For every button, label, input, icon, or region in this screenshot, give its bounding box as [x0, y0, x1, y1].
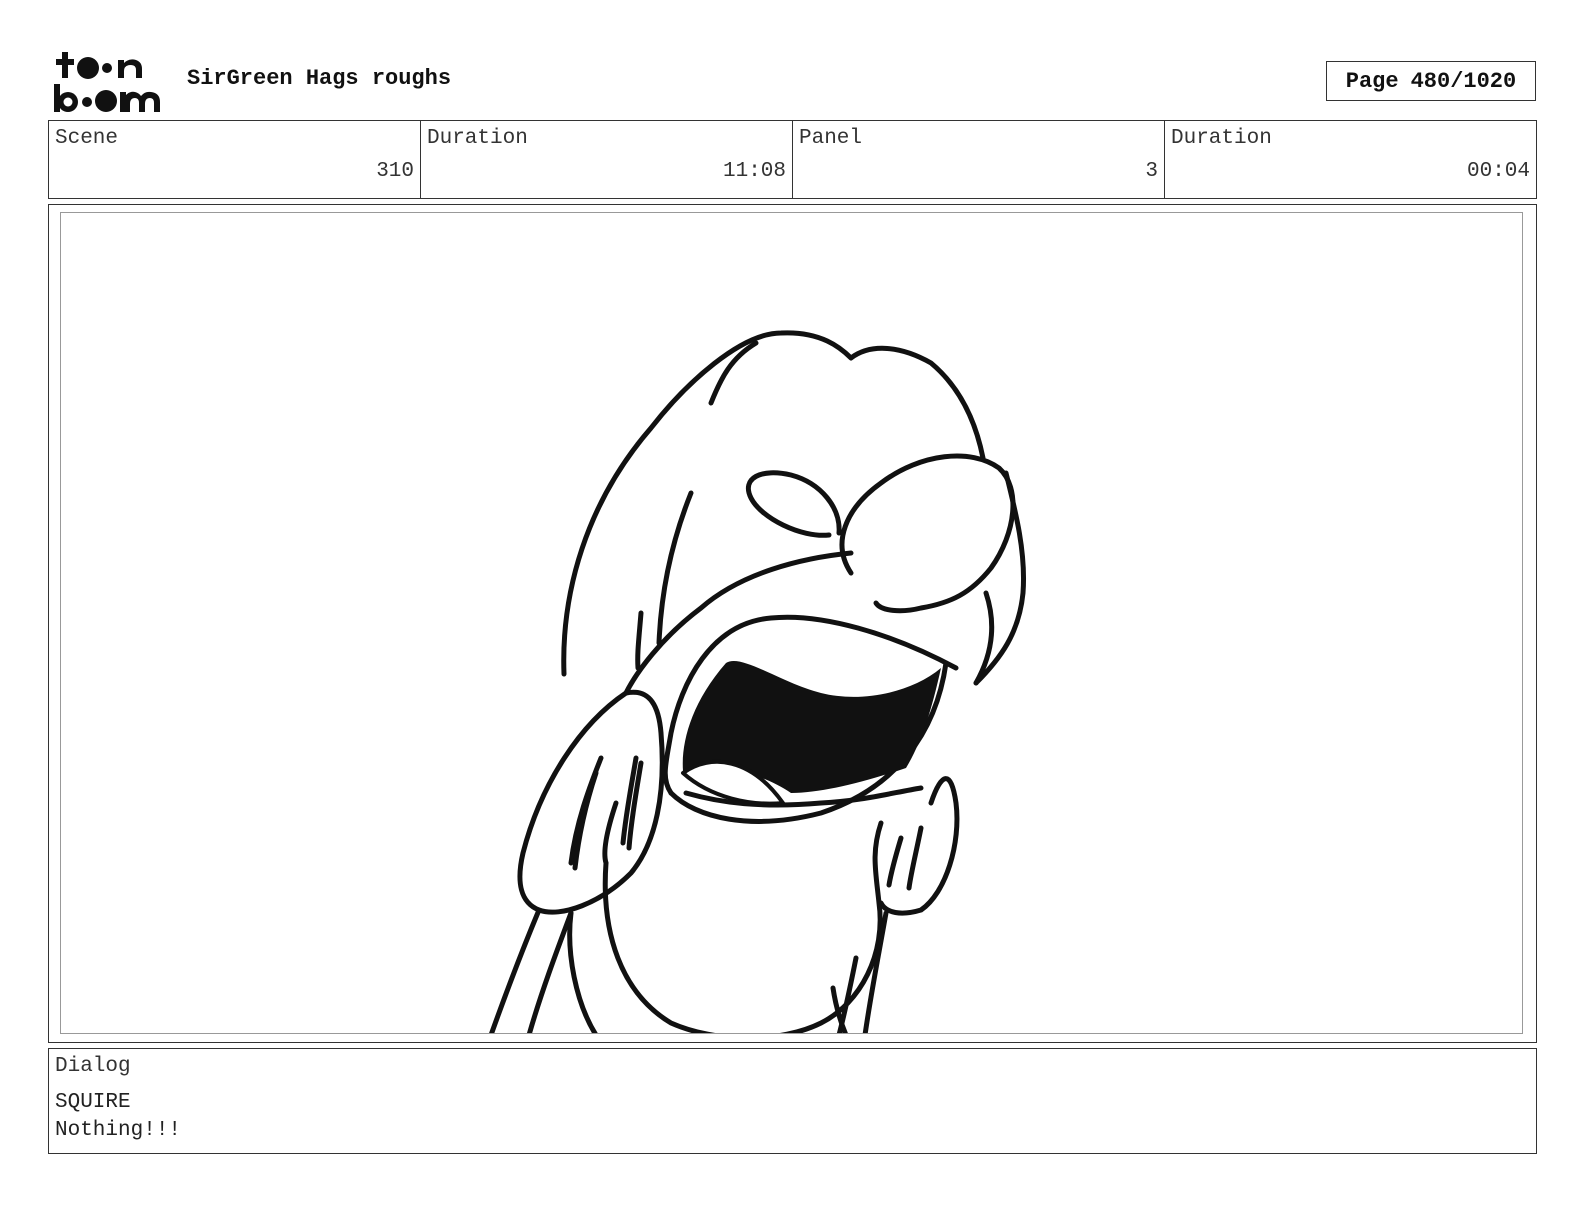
sketch-hand-right-line2 [886, 835, 904, 888]
page-number: 480/1020 [1410, 68, 1517, 94]
toon-boom-logo-icon [54, 52, 160, 112]
sketch-nose [839, 453, 1016, 614]
sketch-hand-right-line1 [906, 825, 924, 891]
scene-duration-cell: Duration 11:08 [421, 121, 793, 198]
sketch-body [602, 820, 884, 1033]
panel-duration-cell: Duration 00:04 [1165, 121, 1536, 198]
sketch-neck-left [602, 800, 619, 866]
page-label: Page [1345, 68, 1399, 94]
sketch-hand-left [517, 689, 665, 915]
panel-drawing-area [60, 212, 1523, 1034]
panel-frame [48, 204, 1537, 1043]
dialog-speaker: SQUIRE [55, 1091, 131, 1114]
panel-label: Panel [799, 127, 863, 150]
dialog-label: Dialog [55, 1055, 131, 1078]
sketch-eye [746, 470, 842, 538]
sketch-face-left2 [635, 610, 644, 671]
panel-duration-label: Duration [1171, 127, 1272, 150]
sketch-arm-left1 [489, 907, 542, 1033]
project-title: SirGreen Hags roughs [187, 66, 452, 91]
dialog-line: Nothing!!! [55, 1119, 182, 1142]
dialog-box: Dialog SQUIRE Nothing!!! [48, 1048, 1537, 1154]
sketch-arm-left3 [567, 910, 598, 1033]
sketch-head [561, 330, 986, 677]
panel-info-row: Scene 310 Duration 11:08 Panel 3 Duratio… [48, 120, 1537, 199]
panel-duration-value: 00:04 [1466, 160, 1530, 183]
dialog-text: SQUIRE Nothing!!! [55, 1089, 181, 1145]
scene-label: Scene [55, 127, 119, 150]
scene-duration-value: 11:08 [722, 160, 786, 183]
scene-cell: Scene 310 [49, 121, 421, 198]
character-sketch [489, 330, 1026, 1033]
panel-cell: Panel 3 [793, 121, 1165, 198]
panel-value: 3 [1145, 160, 1158, 183]
scene-value: 310 [376, 160, 414, 183]
page-indicator: Page 480/1020 [1326, 61, 1536, 101]
toon-boom-logo [50, 48, 166, 114]
scene-duration-label: Duration [427, 127, 528, 150]
sketch-arm-left2 [526, 910, 574, 1033]
